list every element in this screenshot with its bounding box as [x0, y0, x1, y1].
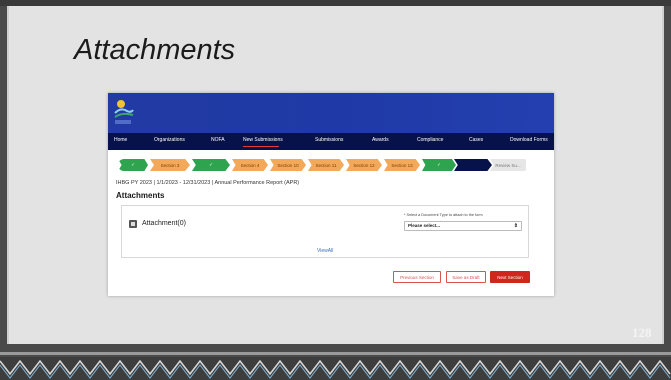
nav-new-submissions[interactable]: New Submissions: [243, 137, 283, 143]
page-number: 128: [632, 325, 652, 340]
form-content: ✓ Section 3 ✓ Section 4 Section 10 Secti…: [116, 150, 546, 296]
step-section-11[interactable]: Section 11: [308, 159, 344, 171]
attachments-panel: Attachment(0) * Select a Document Type t…: [121, 205, 529, 258]
nav-active-indicator: [243, 146, 279, 147]
nav-nofa[interactable]: NOFA: [211, 137, 225, 143]
step-complete-3[interactable]: ✓: [422, 159, 456, 171]
nav-awards[interactable]: Awards: [372, 137, 389, 143]
step-section-13[interactable]: Section 13: [384, 159, 420, 171]
step-section-10[interactable]: Section 10: [270, 159, 306, 171]
attachment-count-label: Attachment(0): [142, 220, 186, 227]
select-updown-icon: ⇕: [513, 223, 518, 229]
slide-title: Attachments: [74, 34, 236, 66]
step-section-12[interactable]: Section 12: [346, 159, 382, 171]
nav-cases[interactable]: Cases: [469, 137, 483, 143]
previous-section-button[interactable]: Previous Section: [393, 271, 441, 283]
step-section-4[interactable]: Section 4: [232, 159, 268, 171]
zigzag-border: [0, 357, 671, 380]
nav-submissions[interactable]: Submissions: [315, 137, 343, 143]
next-section-button[interactable]: Next Section: [490, 271, 530, 283]
nav-compliance[interactable]: Compliance: [417, 137, 443, 143]
document-type-label: * Select a Document Type to attach to th…: [404, 213, 483, 217]
section-stepper: ✓ Section 3 ✓ Section 4 Section 10 Secti…: [116, 159, 526, 171]
slide: Attachments Home Organizations NOFA New …: [0, 0, 671, 380]
app-screenshot: Home Organizations NOFA New Submissions …: [108, 93, 554, 296]
nav-organizations[interactable]: Organizations: [154, 137, 185, 143]
nav-download-forms[interactable]: Download Forms: [510, 137, 548, 143]
app-logo-icon[interactable]: [113, 97, 135, 127]
bottom-stripe-line: [0, 352, 671, 355]
step-review-submit[interactable]: Review Su...: [490, 159, 526, 171]
section-heading: Attachments: [116, 191, 165, 200]
document-type-select[interactable]: Please select... ⇕: [404, 221, 522, 231]
main-nav: Home Organizations NOFA New Submissions …: [108, 133, 554, 150]
view-all-link[interactable]: ViewAll: [317, 248, 333, 254]
document-icon: [129, 220, 137, 228]
document-type-select-value: Please select...: [408, 223, 441, 228]
step-section-3[interactable]: Section 3: [150, 159, 190, 171]
report-breadcrumb: IHBG PY 2023 | 1/1/2023 - 12/31/2023 | A…: [116, 180, 300, 186]
step-complete-2[interactable]: ✓: [192, 159, 230, 171]
app-banner: [108, 93, 554, 133]
step-complete-1[interactable]: ✓: [118, 159, 148, 171]
nav-home[interactable]: Home: [114, 137, 127, 143]
save-draft-button[interactable]: Save as Draft: [446, 271, 486, 283]
step-current[interactable]: [454, 159, 492, 171]
